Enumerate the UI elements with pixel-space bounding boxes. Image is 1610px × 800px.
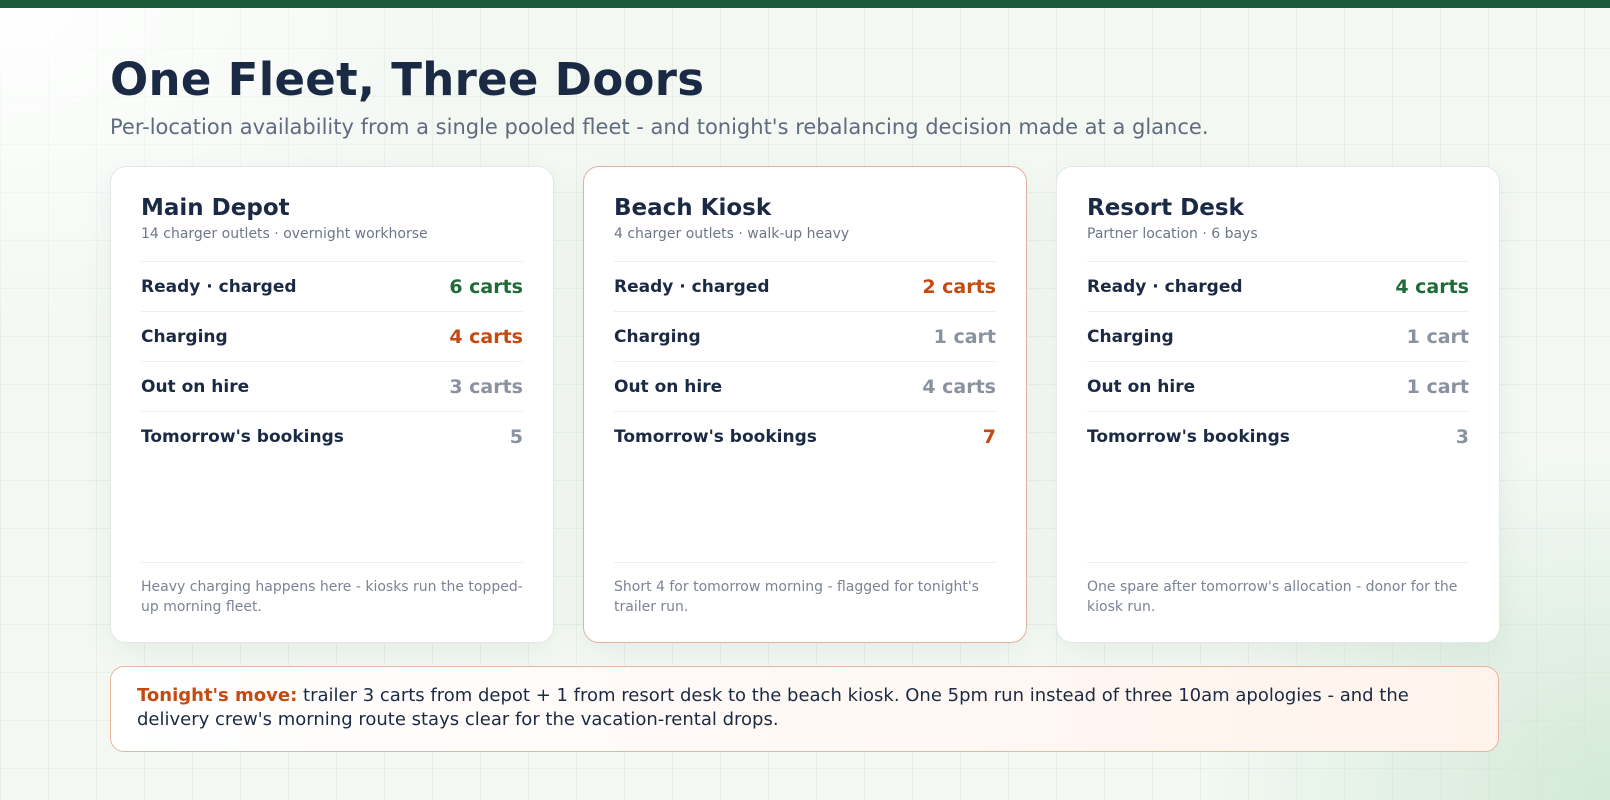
location-meta: 4 charger outlets · walk-up heavy xyxy=(614,226,850,242)
stat-label: Charging xyxy=(141,326,228,347)
stats-list: Ready · charged 4 carts Charging 1 cart … xyxy=(1087,261,1469,462)
stat-row-out-on-hire: Out on hire 1 cart xyxy=(1087,362,1469,412)
stat-label: Charging xyxy=(614,326,701,347)
stat-row-bookings: Tomorrow's bookings 7 xyxy=(614,412,996,462)
stat-value: 3 carts xyxy=(449,375,523,398)
stat-label: Out on hire xyxy=(141,376,250,397)
stats-list: Ready · charged 2 carts Charging 1 cart … xyxy=(614,261,996,462)
location-meta: Partner location · 6 bays xyxy=(1087,226,1258,242)
stat-label: Ready · charged xyxy=(1087,276,1243,297)
location-name: Beach Kiosk xyxy=(614,195,772,221)
stat-label: Out on hire xyxy=(1087,376,1196,397)
stat-value: 4 carts xyxy=(922,375,996,398)
tonights-move-text: trailer 3 carts from depot + 1 from reso… xyxy=(137,685,1409,730)
stat-value: 4 carts xyxy=(1395,275,1469,298)
location-note: Short 4 for tomorrow morning - flagged f… xyxy=(614,562,996,617)
stat-label: Tomorrow's bookings xyxy=(141,427,344,447)
location-name: Resort Desk xyxy=(1087,195,1244,221)
location-note: One spare after tomorrow's allocation - … xyxy=(1087,562,1469,617)
stat-label: Charging xyxy=(1087,326,1174,347)
stat-label: Out on hire xyxy=(614,376,723,397)
stat-row-bookings: Tomorrow's bookings 3 xyxy=(1087,412,1469,462)
stat-row-out-on-hire: Out on hire 4 carts xyxy=(614,362,996,412)
location-card-main-depot: Main Depot 14 charger outlets · overnigh… xyxy=(110,166,554,643)
location-name: Main Depot xyxy=(141,195,290,221)
stat-value: 6 carts xyxy=(449,275,523,298)
stat-label: Tomorrow's bookings xyxy=(1087,427,1290,447)
stat-row-ready: Ready · charged 2 carts xyxy=(614,262,996,312)
stat-value: 7 xyxy=(982,426,996,448)
location-meta: 14 charger outlets · overnight workhorse xyxy=(141,226,428,242)
stat-row-charging: Charging 1 cart xyxy=(1087,312,1469,362)
tonights-move-callout: Tonight's move: trailer 3 carts from dep… xyxy=(110,666,1499,752)
top-accent-bar xyxy=(0,0,1610,8)
stats-list: Ready · charged 6 carts Charging 4 carts… xyxy=(141,261,523,462)
stat-row-bookings: Tomorrow's bookings 5 xyxy=(141,412,523,462)
page-title: One Fleet, Three Doors xyxy=(110,53,705,106)
stat-value: 1 cart xyxy=(1406,375,1469,398)
stat-row-out-on-hire: Out on hire 3 carts xyxy=(141,362,523,412)
stat-label: Ready · charged xyxy=(141,276,297,297)
tonights-move-label: Tonight's move: xyxy=(137,685,298,706)
stat-row-ready: Ready · charged 4 carts xyxy=(1087,262,1469,312)
stat-value: 3 xyxy=(1455,426,1469,448)
stat-row-charging: Charging 4 carts xyxy=(141,312,523,362)
location-note: Heavy charging happens here - kiosks run… xyxy=(141,562,523,617)
page-subtitle: Per-location availability from a single … xyxy=(110,115,1209,139)
stat-value: 2 carts xyxy=(922,275,996,298)
stat-label: Tomorrow's bookings xyxy=(614,427,817,447)
stat-row-ready: Ready · charged 6 carts xyxy=(141,262,523,312)
stat-label: Ready · charged xyxy=(614,276,770,297)
location-card-resort-desk: Resort Desk Partner location · 6 bays Re… xyxy=(1056,166,1500,643)
stat-value: 4 carts xyxy=(449,325,523,348)
stat-value: 1 cart xyxy=(1406,325,1469,348)
stat-value: 5 xyxy=(509,426,523,448)
stat-value: 1 cart xyxy=(933,325,996,348)
location-card-beach-kiosk: Beach Kiosk 4 charger outlets · walk-up … xyxy=(583,166,1027,643)
stat-row-charging: Charging 1 cart xyxy=(614,312,996,362)
